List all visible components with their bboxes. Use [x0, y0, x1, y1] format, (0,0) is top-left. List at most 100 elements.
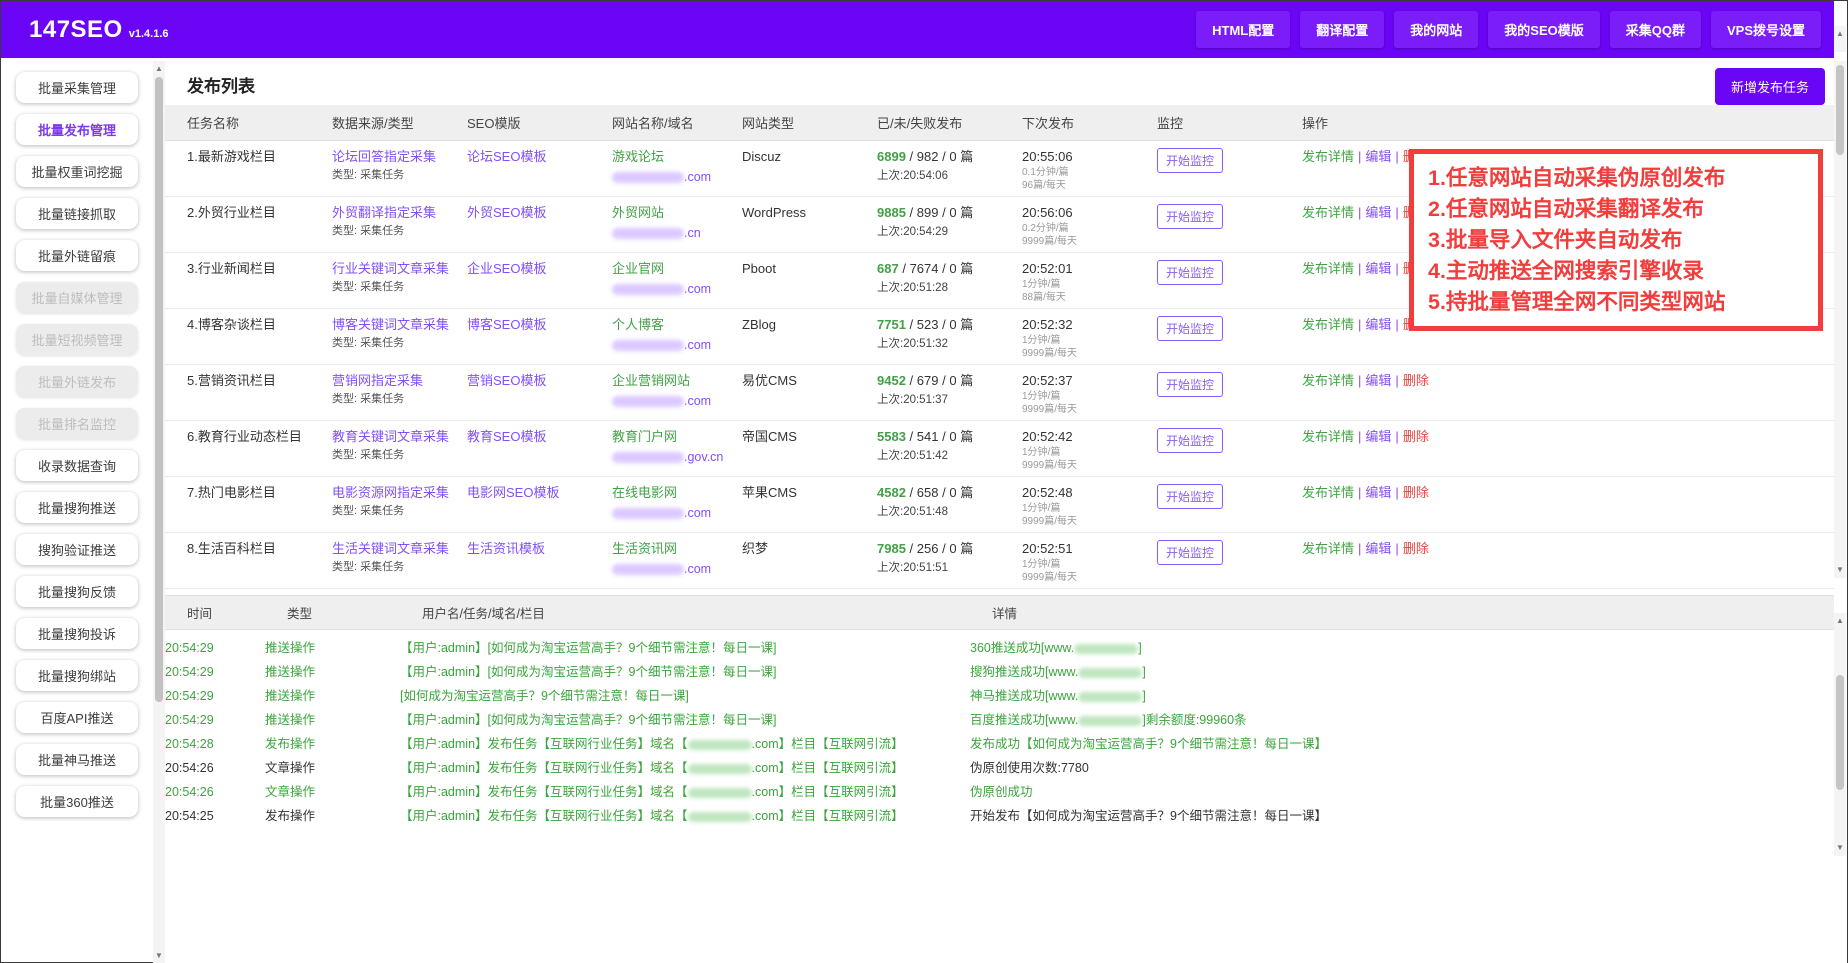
start-monitor-button[interactable]: 开始监控	[1157, 316, 1223, 341]
sidebar-item[interactable]: 搜狗验证推送	[16, 534, 138, 565]
edit-link[interactable]: 编辑	[1365, 205, 1391, 220]
log-column-header: 类型	[287, 596, 422, 629]
delete-link[interactable]: 删除	[1403, 541, 1429, 556]
publish-detail-link[interactable]: 发布详情	[1302, 261, 1354, 276]
delete-link[interactable]: 删除	[1403, 429, 1429, 444]
edit-link[interactable]: 编辑	[1365, 373, 1391, 388]
scroll-up-icon[interactable]: ▲	[1834, 28, 1846, 40]
edit-link[interactable]: 编辑	[1365, 317, 1391, 332]
publish-scrollbar-thumb[interactable]	[1836, 65, 1844, 155]
nav-item[interactable]: 采集QQ群	[1610, 11, 1701, 48]
next-publish-cell: 20:52:51 1分钟/篇 9999篇/每天	[1022, 540, 1157, 583]
task-name: 7.热门电影栏目	[187, 484, 332, 501]
publish-detail-link[interactable]: 发布详情	[1302, 205, 1354, 220]
sidebar-item[interactable]: 批量排名监控	[16, 408, 138, 439]
data-source-link[interactable]: 论坛回答指定采集	[332, 149, 436, 164]
sidebar-item[interactable]: 百度API推送	[16, 702, 138, 733]
sidebar-item[interactable]: 收录数据查询	[16, 450, 138, 481]
seo-template-link[interactable]: 博客SEO模板	[467, 317, 546, 332]
publish-detail-link[interactable]: 发布详情	[1302, 149, 1354, 164]
sidebar-item[interactable]: 批量搜狗推送	[16, 492, 138, 523]
delete-link[interactable]: 删除	[1403, 373, 1429, 388]
scroll-down-icon[interactable]: ▼	[1834, 564, 1846, 576]
scroll-up-icon[interactable]: ▲	[153, 63, 165, 75]
log-detail: 百度推送成功[www.]剩余额度:99960条	[970, 713, 1847, 728]
new-publish-task-button[interactable]: 新增发布任务	[1715, 68, 1825, 105]
start-monitor-button[interactable]: 开始监控	[1157, 260, 1223, 285]
log-subject: 【用户:admin】发布任务【互联网行业任务】域名【.com】栏目【互联网引流】	[400, 785, 970, 800]
site-type: Discuz	[742, 148, 877, 165]
sidebar-item[interactable]: 批量外链留痕	[16, 240, 138, 271]
seo-template-link[interactable]: 营销SEO模板	[467, 373, 546, 388]
publish-table-scrollbar[interactable]: ▼	[1834, 61, 1846, 578]
start-monitor-button[interactable]: 开始监控	[1157, 484, 1223, 509]
start-monitor-button[interactable]: 开始监控	[1157, 428, 1223, 453]
blurred-domain	[612, 564, 684, 575]
seo-template-link[interactable]: 企业SEO模板	[467, 261, 546, 276]
seo-template-link[interactable]: 生活资讯模板	[467, 541, 545, 556]
edit-link[interactable]: 编辑	[1365, 261, 1391, 276]
action-separator: |	[1358, 429, 1361, 444]
nav-item[interactable]: HTML配置	[1196, 11, 1290, 48]
sidebar-item[interactable]: 批量搜狗投诉	[16, 618, 138, 649]
nav-item[interactable]: 我的网站	[1394, 11, 1478, 48]
data-source-link[interactable]: 行业关键词文章采集	[332, 261, 449, 276]
seo-template-link[interactable]: 外贸SEO模板	[467, 205, 546, 220]
nav-item[interactable]: 我的SEO模版	[1488, 11, 1599, 48]
edit-link[interactable]: 编辑	[1365, 149, 1391, 164]
data-source-link[interactable]: 教育关键词文章采集	[332, 429, 449, 444]
publish-detail-link[interactable]: 发布详情	[1302, 317, 1354, 332]
start-monitor-button[interactable]: 开始监控	[1157, 148, 1223, 173]
publish-detail-link[interactable]: 发布详情	[1302, 373, 1354, 388]
edit-link[interactable]: 编辑	[1365, 541, 1391, 556]
sidebar-item[interactable]: 批量自媒体管理	[16, 282, 138, 313]
sidebar-item[interactable]: 批量短视频管理	[16, 324, 138, 355]
data-source-link[interactable]: 营销网指定采集	[332, 373, 423, 388]
seo-template-cell: 教育SEO模板	[467, 428, 612, 445]
sidebar-item[interactable]: 批量神马推送	[16, 744, 138, 775]
data-source-type: 类型: 采集任务	[332, 167, 459, 184]
scroll-up-icon[interactable]: ▲	[1834, 615, 1846, 627]
sidebar-item[interactable]: 批量采集管理	[16, 72, 138, 103]
edit-link[interactable]: 编辑	[1365, 485, 1391, 500]
sidebar-item[interactable]: 批量搜狗反馈	[16, 576, 138, 607]
site-cell: 教育门户网 .gov.cn	[612, 428, 742, 466]
publish-detail-link[interactable]: 发布详情	[1302, 429, 1354, 444]
data-source-link[interactable]: 外贸翻译指定采集	[332, 205, 436, 220]
sidebar-item[interactable]: 批量360推送	[16, 786, 138, 817]
delete-link[interactable]: 删除	[1403, 485, 1429, 500]
log-scrollbar-thumb[interactable]	[1836, 675, 1844, 790]
next-publish-time: 20:52:51	[1022, 540, 1149, 557]
window-scrollbar[interactable]: ▲	[1834, 26, 1846, 52]
sidebar-item[interactable]: 批量搜狗绑站	[16, 660, 138, 691]
publish-detail-link[interactable]: 发布详情	[1302, 541, 1354, 556]
data-source-link[interactable]: 生活关键词文章采集	[332, 541, 449, 556]
edit-link[interactable]: 编辑	[1365, 429, 1391, 444]
scroll-down-icon[interactable]: ▼	[153, 950, 165, 962]
action-separator: |	[1358, 317, 1361, 332]
sidebar-item[interactable]: 批量外链发布	[16, 366, 138, 397]
seo-template-link[interactable]: 电影网SEO模板	[467, 485, 559, 500]
start-monitor-button[interactable]: 开始监控	[1157, 540, 1223, 565]
start-monitor-button[interactable]: 开始监控	[1157, 372, 1223, 397]
sidebar-scrollbar[interactable]: ▲ ▼	[153, 61, 165, 963]
last-publish-time: 上次:20:51:28	[877, 280, 1014, 297]
data-source-link[interactable]: 电影资源网指定采集	[332, 485, 449, 500]
sidebar-item[interactable]: 批量链接抓取	[16, 198, 138, 229]
sidebar-scrollbar-thumb[interactable]	[155, 77, 163, 702]
log-scrollbar[interactable]: ▲ ▼	[1834, 613, 1846, 856]
seo-template-link[interactable]: 教育SEO模板	[467, 429, 546, 444]
column-header: 网站类型	[742, 105, 877, 140]
sidebar: 批量采集管理批量发布管理批量权重词挖掘批量链接抓取批量外链留痕批量自媒体管理批量…	[1, 58, 153, 963]
nav-item[interactable]: 翻译配置	[1300, 11, 1384, 48]
seo-template-link[interactable]: 论坛SEO模板	[467, 149, 546, 164]
sidebar-item[interactable]: 批量发布管理	[16, 114, 138, 145]
start-monitor-button[interactable]: 开始监控	[1157, 204, 1223, 229]
scroll-down-icon[interactable]: ▼	[1834, 842, 1846, 854]
nav-item[interactable]: VPS拨号设置	[1711, 11, 1821, 48]
data-source-link[interactable]: 博客关键词文章采集	[332, 317, 449, 332]
publish-detail-link[interactable]: 发布详情	[1302, 485, 1354, 500]
data-source-type: 类型: 采集任务	[332, 391, 459, 408]
sidebar-item[interactable]: 批量权重词挖掘	[16, 156, 138, 187]
count-unit: 篇	[960, 485, 973, 500]
